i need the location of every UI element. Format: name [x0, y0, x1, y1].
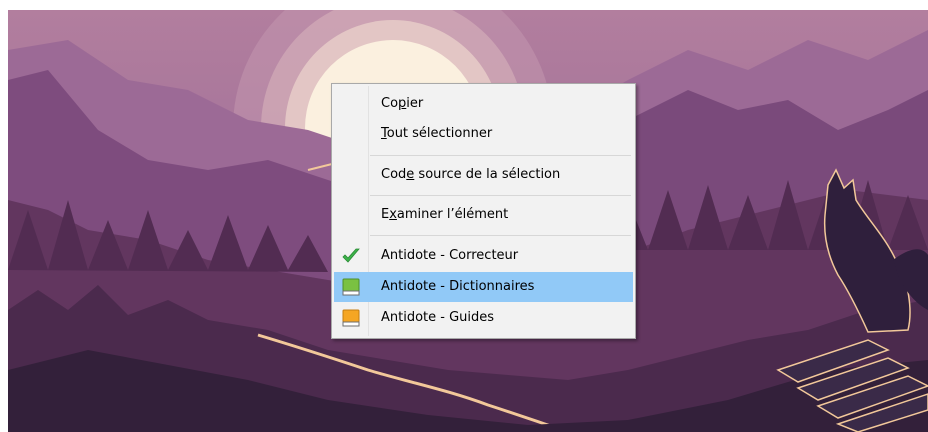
menu-item-antidote-dictionnaires[interactable]: Antidote - Dictionnaires	[334, 272, 633, 302]
menu-separator	[370, 235, 631, 236]
menu-item-antidote-guides-label: Antidote - Guides	[381, 310, 495, 325]
menu-item-inspect-element[interactable]: Examiner l’élément	[334, 200, 633, 230]
green-checkmark-icon	[341, 247, 361, 265]
menu-item-select-all[interactable]: Tout sélectionner	[334, 119, 633, 149]
orange-book-icon	[341, 309, 361, 327]
menu-item-view-selection-source[interactable]: Code source de la sélection	[334, 160, 633, 190]
menu-item-copy-label: Copier	[381, 96, 424, 111]
menu-item-antidote-correcteur-label: Antidote - Correcteur	[381, 248, 519, 263]
green-book-icon	[341, 278, 361, 296]
menu-item-view-selection-source-label: Code source de la sélection	[381, 167, 561, 182]
menu-item-copy[interactable]: Copier	[334, 89, 633, 119]
browser-content-area: Copier Tout sélectionner Code source de …	[0, 0, 928, 432]
menu-item-antidote-guides[interactable]: Antidote - Guides	[334, 303, 633, 333]
menu-item-inspect-element-label: Examiner l’élément	[381, 207, 509, 222]
menu-item-select-all-label: Tout sélectionner	[381, 126, 493, 141]
menu-item-antidote-correcteur[interactable]: Antidote - Correcteur	[334, 241, 633, 271]
menu-separator	[370, 195, 631, 196]
menu-item-antidote-dictionnaires-label: Antidote - Dictionnaires	[381, 279, 535, 294]
context-menu: Copier Tout sélectionner Code source de …	[331, 83, 636, 339]
menu-separator	[370, 155, 631, 156]
